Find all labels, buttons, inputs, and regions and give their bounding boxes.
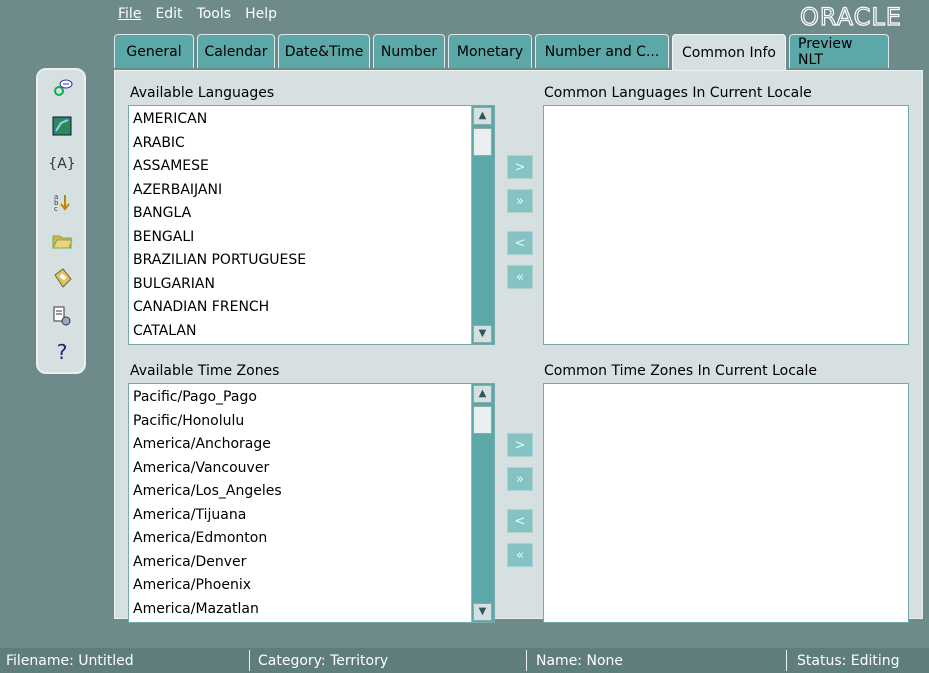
add-timezone-button[interactable]: >	[507, 433, 533, 457]
available-timezones-label: Available Time Zones	[130, 363, 280, 379]
variables-icon[interactable]: {A}	[48, 152, 75, 176]
left-toolbar: {A} abc ?	[36, 68, 86, 374]
list-item[interactable]: BENGALI	[131, 226, 470, 250]
common-timezones-list[interactable]	[543, 383, 909, 623]
list-item[interactable]: America/Vancouver	[131, 457, 470, 481]
menu-bar: File Edit Tools Help	[118, 6, 277, 28]
status-state: Status: Editing	[797, 653, 900, 669]
scroll-up-icon[interactable]: ▲	[473, 385, 492, 403]
available-timezones-list[interactable]: Pacific/Pago_Pago Pacific/Honolulu America…	[128, 383, 495, 623]
common-languages-list[interactable]	[543, 105, 909, 345]
status-category: Category: Territory	[258, 653, 389, 669]
help-icon[interactable]: ?	[50, 340, 74, 364]
remove-all-languages-button[interactable]: «	[507, 265, 533, 289]
tab-bar: General Calendar Date&Time Number Monetary Nu…	[114, 34, 892, 70]
list-item[interactable]: America/Denver	[131, 551, 470, 575]
scroll-down-icon[interactable]: ▼	[473, 603, 492, 621]
list-item[interactable]: ASSAMESE	[131, 155, 470, 179]
scroll-thumb[interactable]	[473, 128, 492, 156]
scroll-thumb[interactable]	[473, 406, 492, 434]
tab-common-info[interactable]: Common Info	[672, 34, 786, 70]
list-item[interactable]: America/Anchorage	[131, 433, 470, 457]
list-item[interactable]: CATALAN	[131, 320, 470, 344]
menu-file[interactable]: File	[118, 6, 141, 28]
menu-edit[interactable]: Edit	[155, 6, 182, 28]
list-item[interactable]: AZERBAIJANI	[131, 179, 470, 203]
sort-icon[interactable]: abc	[50, 190, 74, 214]
status-divider	[526, 650, 527, 671]
add-language-button[interactable]: >	[507, 155, 533, 179]
tab-date-time[interactable]: Date&Time	[278, 34, 370, 68]
status-divider	[786, 650, 787, 671]
open-folder-icon[interactable]	[50, 228, 74, 252]
list-item[interactable]: America/Mazatlan	[131, 598, 470, 622]
common-timezones-label: Common Time Zones In Current Locale	[544, 363, 817, 379]
tab-number[interactable]: Number	[373, 34, 445, 68]
remove-timezone-button[interactable]: <	[507, 509, 533, 533]
tab-general[interactable]: General	[114, 34, 194, 68]
list-item[interactable]: CANADIAN FRENCH	[131, 296, 470, 320]
available-languages-label: Available Languages	[130, 85, 275, 101]
list-item[interactable]: America/Phoenix	[131, 574, 470, 598]
status-filename: Filename: Untitled	[6, 653, 134, 669]
menu-help[interactable]: Help	[245, 6, 277, 28]
tab-calendar[interactable]: Calendar	[197, 34, 275, 68]
languages-scrollbar[interactable]: ▲ ▼	[471, 106, 494, 344]
available-languages-list[interactable]: AMERICAN ARABIC ASSAMESE AZERBAIJANI BANGLA B…	[128, 105, 495, 345]
list-item[interactable]: Pacific/Pago_Pago	[131, 386, 470, 410]
map-icon[interactable]	[50, 114, 74, 138]
status-divider	[249, 650, 250, 671]
list-item[interactable]: BRAZILIAN PORTUGUESE	[131, 249, 470, 273]
add-all-timezones-button[interactable]: »	[507, 467, 533, 491]
list-item[interactable]: ARABIC	[131, 132, 470, 156]
save-icon[interactable]	[50, 266, 74, 290]
list-item[interactable]: America/Tijuana	[131, 504, 470, 528]
oracle-logo: ORACLE	[799, 2, 921, 37]
svg-text:ORACLE: ORACLE	[800, 3, 902, 30]
tab-preview-nlt[interactable]: Preview NLT	[789, 34, 889, 68]
list-item[interactable]: America/Los_Angeles	[131, 480, 470, 504]
list-item[interactable]: BULGARIAN	[131, 273, 470, 297]
oracle-logo-icon: ORACLE	[799, 2, 902, 31]
timezones-scrollbar[interactable]: ▲ ▼	[471, 384, 494, 622]
list-item[interactable]: AMERICAN	[131, 108, 470, 132]
list-item[interactable]: BANGLA	[131, 202, 470, 226]
svg-text:c: c	[54, 205, 58, 213]
status-name: Name: None	[536, 653, 623, 669]
status-bar: Filename: Untitled Category: Territory N…	[0, 648, 929, 673]
remove-language-button[interactable]: <	[507, 231, 533, 255]
common-languages-label: Common Languages In Current Locale	[544, 85, 812, 101]
list-item[interactable]: Pacific/Honolulu	[131, 410, 470, 434]
remove-all-timezones-button[interactable]: «	[507, 543, 533, 567]
menu-tools[interactable]: Tools	[197, 6, 232, 28]
tab-number-and-c[interactable]: Number and C...	[535, 34, 669, 68]
tab-monetary[interactable]: Monetary	[448, 34, 532, 68]
add-all-languages-button[interactable]: »	[507, 189, 533, 213]
scroll-up-icon[interactable]: ▲	[473, 107, 492, 125]
list-item[interactable]: America/Edmonton	[131, 527, 470, 551]
properties-icon[interactable]	[50, 304, 74, 328]
wizard-icon[interactable]	[50, 76, 74, 100]
scroll-down-icon[interactable]: ▼	[473, 325, 492, 343]
